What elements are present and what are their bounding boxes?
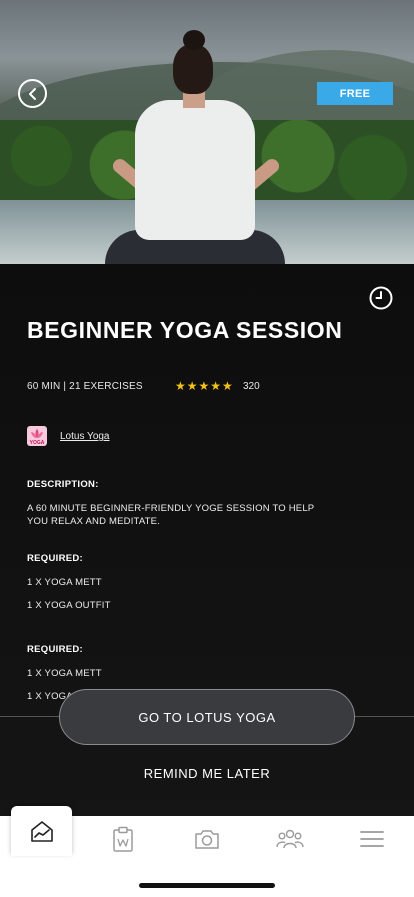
required-item: 1 X YOGA METT [27,668,102,679]
logo-text: YOGA [29,440,45,446]
clock-icon[interactable] [369,286,393,310]
tab-camera[interactable] [177,816,237,862]
description-heading: DESCRIPTION: [27,479,99,490]
menu-icon [360,831,384,847]
required-item: 1 X YOGA METT [27,577,102,588]
home-chart-icon [30,821,53,842]
session-meta: 60 MIN | 21 EXERCISES [27,381,143,392]
tab-diary[interactable] [93,816,153,862]
required-heading: REQUIRED: [27,644,84,655]
brand-link[interactable]: Lotus Yoga [60,431,110,442]
hero-image [0,0,414,264]
meditating-woman-photo [95,30,295,264]
lotus-icon [31,429,43,438]
lotus-yoga-logo[interactable]: YOGA [27,426,47,446]
rating-stars: ★★★★★ [175,379,234,393]
description-text: A 60 MINUTE BEGINNER-FRIENDLY YOGE SESSI… [27,503,315,527]
remind-me-later-button[interactable]: REMIND ME LATER [0,766,414,781]
required-heading: REQUIRED: [27,553,84,564]
required-item: 1 X YOGA OUTFIT [27,600,111,611]
tab-community[interactable] [260,816,320,862]
back-button[interactable] [18,79,47,108]
clipboard-icon [113,826,133,852]
home-indicator [139,883,275,888]
tab-home[interactable] [11,806,72,856]
camera-icon [195,830,219,849]
rating-count: 320 [243,381,260,392]
tab-menu[interactable] [342,816,402,862]
free-badge: FREE [317,82,393,105]
chevron-left-icon [28,87,36,100]
session-title: BEGINNER YOGA SESSION [27,317,343,343]
group-icon [276,829,304,849]
go-to-lotus-yoga-button[interactable]: GO TO LOTUS YOGA [59,689,355,745]
